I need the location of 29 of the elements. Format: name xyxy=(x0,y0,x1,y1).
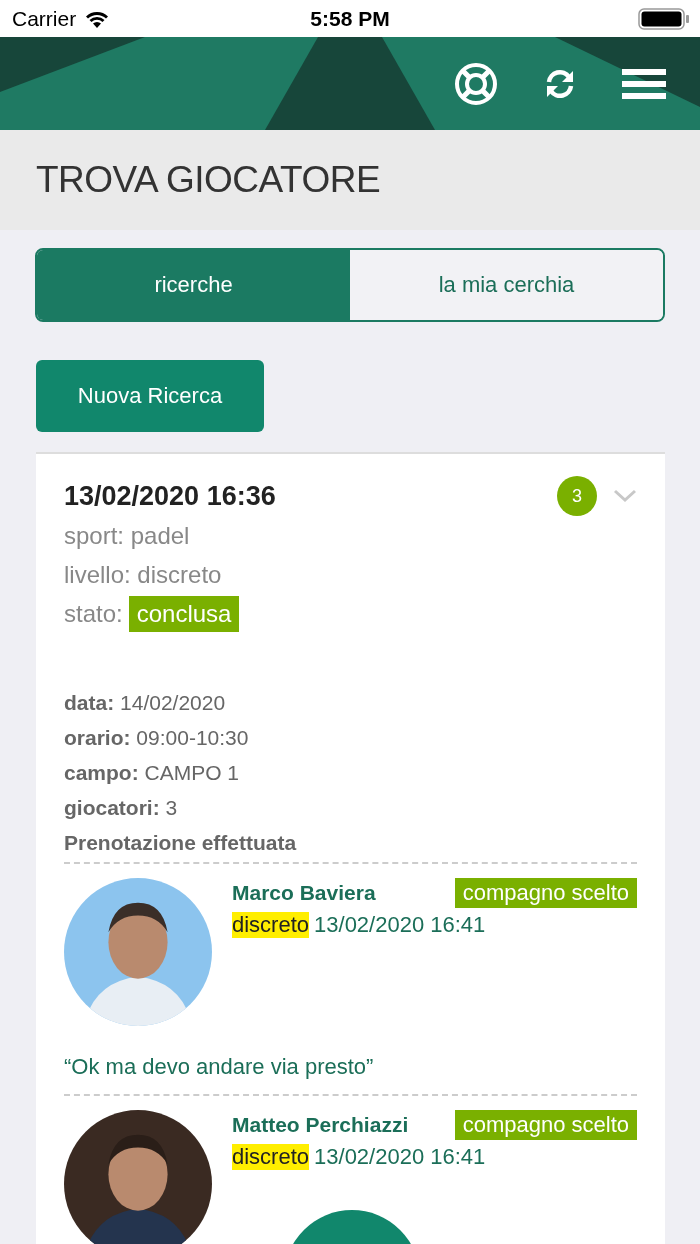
info-line: livello: discreto xyxy=(64,560,223,590)
level-tag: discreto xyxy=(232,1144,310,1170)
response-time: 13/02/2020 16:41 xyxy=(314,912,486,938)
count-badge: 3 xyxy=(557,476,597,516)
menu-icon[interactable] xyxy=(622,68,666,99)
page-title: TROVA GIOCATORE xyxy=(36,159,381,201)
new-search-button[interactable]: Nuova Ricerca xyxy=(36,360,264,432)
detail-line: campo: CAMPO 1 xyxy=(64,760,241,786)
info-line: sport: padel xyxy=(64,521,191,551)
status-tag: conclusa xyxy=(128,595,240,632)
battery-icon xyxy=(638,7,690,30)
clock-time: 5:58 PM xyxy=(310,6,390,31)
player-name[interactable]: Matteo Perchiazzi xyxy=(232,1113,409,1137)
booking-note: Prenotazione effettuata xyxy=(64,830,298,856)
search-datetime: 13/02/2020 16:36 xyxy=(64,480,277,512)
player-comment: “Ok ma devo andare via presto” xyxy=(64,1054,375,1080)
refresh-icon[interactable] xyxy=(544,67,576,100)
lifebuoy-icon[interactable] xyxy=(454,61,498,106)
partner-tag: compagno scelto xyxy=(454,1110,637,1140)
tab[interactable]: ricerche xyxy=(37,250,350,320)
partner-tag: compagno scelto xyxy=(454,878,637,908)
status-label: stato: xyxy=(64,599,123,629)
player-name[interactable]: Marco Baviera xyxy=(232,881,376,905)
response-time: 13/02/2020 16:41 xyxy=(314,1144,486,1170)
detail-line: giocatori: 3 xyxy=(64,795,179,821)
detail-line: data: 14/02/2020 xyxy=(64,690,227,716)
level-tag: discreto xyxy=(232,912,310,938)
detail-line: orario: 09:00-10:30 xyxy=(64,725,250,751)
carrier-label: Carrier xyxy=(12,6,77,31)
